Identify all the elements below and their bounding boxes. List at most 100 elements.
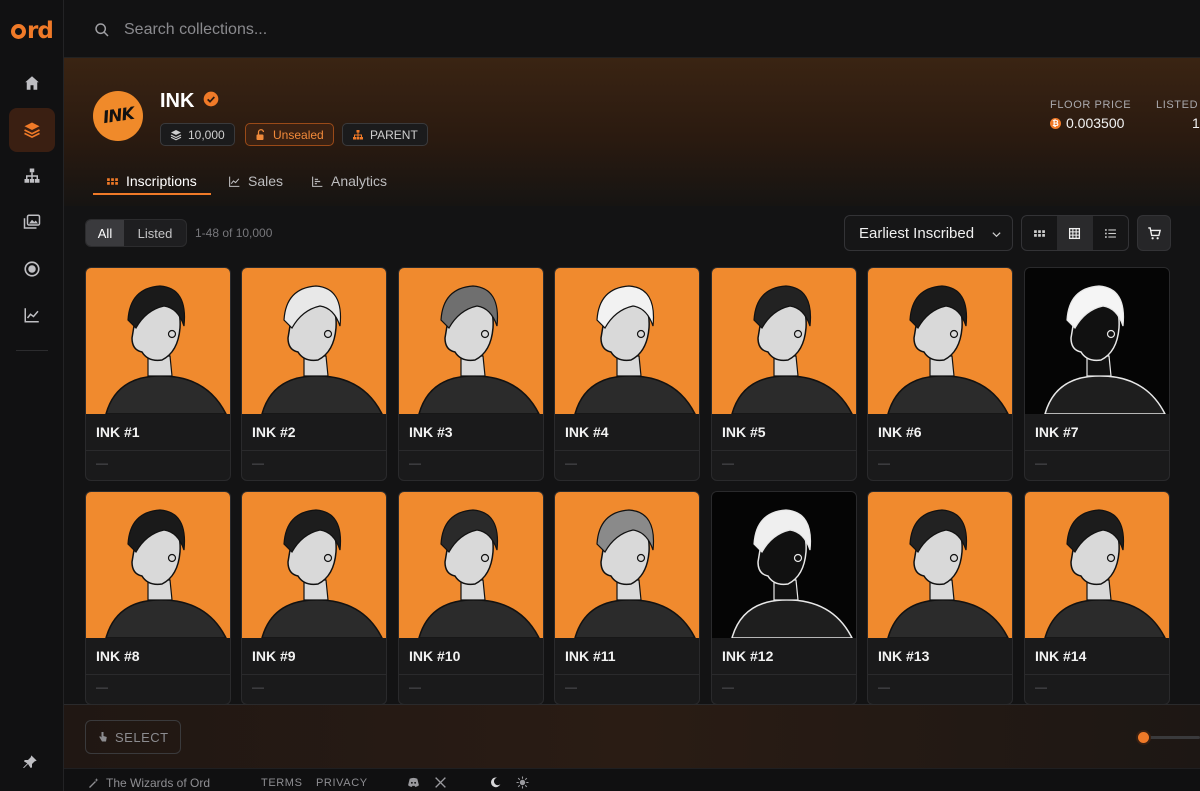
inscription-name: INK #10 [409, 648, 461, 664]
inscription-card[interactable]: INK #3 — [398, 267, 544, 481]
tab-inscriptions[interactable]: Inscriptions [106, 168, 197, 194]
inscription-name: INK #9 [252, 648, 296, 664]
card-divider [555, 450, 699, 451]
sidebar-item-analytics[interactable] [9, 293, 55, 337]
x-twitter-icon[interactable] [434, 776, 447, 789]
size-slider-track[interactable] [1140, 736, 1200, 739]
unsealed-chip: Unsealed [245, 123, 334, 146]
layers-icon [170, 129, 182, 140]
inscription-image [399, 492, 543, 638]
inscription-card[interactable]: INK #8 — [85, 491, 231, 705]
sitemap-icon [353, 129, 363, 139]
view-small-grid-button[interactable] [1022, 216, 1057, 250]
inscription-name: INK #11 [565, 648, 616, 664]
inscription-image [868, 268, 1012, 414]
view-list-button[interactable] [1093, 216, 1128, 250]
view-grid-button[interactable] [1057, 216, 1093, 250]
sidebar: rd [0, 0, 64, 791]
cart-icon [1147, 226, 1161, 239]
bar-chart-icon [312, 176, 323, 187]
ord-logo[interactable]: rd [11, 18, 54, 44]
inscription-price: — [878, 680, 890, 694]
inscription-card[interactable]: INK #5 — [711, 267, 857, 481]
listing-filter-toggle: All Listed [85, 219, 187, 247]
inscription-image [1025, 268, 1169, 414]
search-input[interactable] [124, 14, 724, 46]
inscription-card[interactable]: INK #9 — [241, 491, 387, 705]
inscription-card[interactable]: INK #1 — [85, 267, 231, 481]
inscription-price: — [1035, 456, 1047, 470]
tab-analytics[interactable]: Analytics [311, 168, 387, 194]
inscription-image [242, 268, 386, 414]
inscription-price: — [565, 456, 577, 470]
inscription-image [555, 268, 699, 414]
sidebar-item-sitemap[interactable] [9, 154, 55, 198]
privacy-link[interactable]: PRIVACY [316, 777, 368, 789]
inscription-price: — [722, 680, 734, 694]
pin-icon[interactable] [22, 754, 38, 770]
inscription-card[interactable]: INK #6 — [867, 267, 1013, 481]
sidebar-item-collections[interactable] [9, 108, 55, 152]
size-slider-handle[interactable] [1138, 732, 1149, 743]
moon-icon[interactable] [489, 776, 502, 789]
app-window: rd INK INK 10,000 [0, 0, 1200, 791]
inscription-name: INK #6 [878, 424, 922, 440]
tab-sales[interactable]: Sales [228, 168, 283, 194]
card-divider [868, 674, 1012, 675]
inscription-name: INK #14 [1035, 648, 1087, 664]
pointer-hand-icon [99, 732, 107, 742]
inscription-image [555, 492, 699, 638]
grid-dots-icon [1034, 229, 1046, 237]
inscription-name: INK #2 [252, 424, 296, 440]
select-button[interactable]: SELECT [85, 720, 181, 754]
parent-chip[interactable]: PARENT [342, 123, 428, 146]
collection-header: INK INK 10,000 Unsealed PARENT FLOOR PRI… [64, 58, 1200, 206]
inscription-card[interactable]: INK #2 — [241, 267, 387, 481]
circle-dot-icon [24, 261, 40, 277]
search-icon [95, 23, 109, 37]
inscription-price: — [252, 680, 264, 694]
inscription-card[interactable]: INK #11 — [554, 491, 700, 705]
terms-link[interactable]: TERMS [261, 777, 303, 789]
inscription-card[interactable]: INK #7 — [1024, 267, 1170, 481]
inscription-card[interactable]: INK #10 — [398, 491, 544, 705]
inscription-price: — [722, 456, 734, 470]
inscription-image [86, 268, 230, 414]
inscription-price: — [409, 456, 421, 470]
inscription-name: INK #12 [722, 648, 774, 664]
filter-listed-button[interactable]: Listed [124, 220, 186, 246]
footer-brand[interactable]: The Wizards of Ord [88, 776, 210, 790]
card-divider [242, 450, 386, 451]
card-divider [1025, 450, 1169, 451]
inscription-card[interactable]: INK #13 — [867, 491, 1013, 705]
inscription-name: INK #8 [96, 648, 140, 664]
sun-icon[interactable] [516, 776, 529, 789]
inscription-image [712, 492, 856, 638]
chart-line-icon [229, 176, 240, 187]
inscription-card[interactable]: INK #12 — [711, 491, 857, 705]
inscription-card[interactable]: INK #4 — [554, 267, 700, 481]
cart-button[interactable] [1137, 215, 1171, 251]
listed-label: LISTED [1156, 99, 1199, 111]
chart-line-icon [24, 308, 39, 323]
inscription-name: INK #7 [1035, 424, 1079, 440]
inscription-image [242, 492, 386, 638]
discord-icon[interactable] [407, 776, 420, 789]
inscription-price: — [1035, 680, 1047, 694]
collection-avatar: INK [93, 91, 143, 141]
home-icon [25, 76, 39, 90]
card-divider [712, 674, 856, 675]
inscription-image [868, 492, 1012, 638]
sidebar-item-gallery[interactable] [9, 200, 55, 244]
sidebar-item-rare-sats[interactable] [9, 247, 55, 291]
sidebar-item-home[interactable] [9, 61, 55, 105]
sort-select[interactable]: Earliest Inscribed [844, 215, 1013, 251]
card-divider [712, 450, 856, 451]
filter-all-button[interactable]: All [86, 220, 124, 246]
inscription-name: INK #1 [96, 424, 140, 440]
unlock-icon [256, 128, 265, 140]
inscription-card[interactable]: INK #14 — [1024, 491, 1170, 705]
sidebar-divider [16, 350, 48, 351]
list-icon [1104, 228, 1116, 238]
inscription-name: INK #3 [409, 424, 453, 440]
